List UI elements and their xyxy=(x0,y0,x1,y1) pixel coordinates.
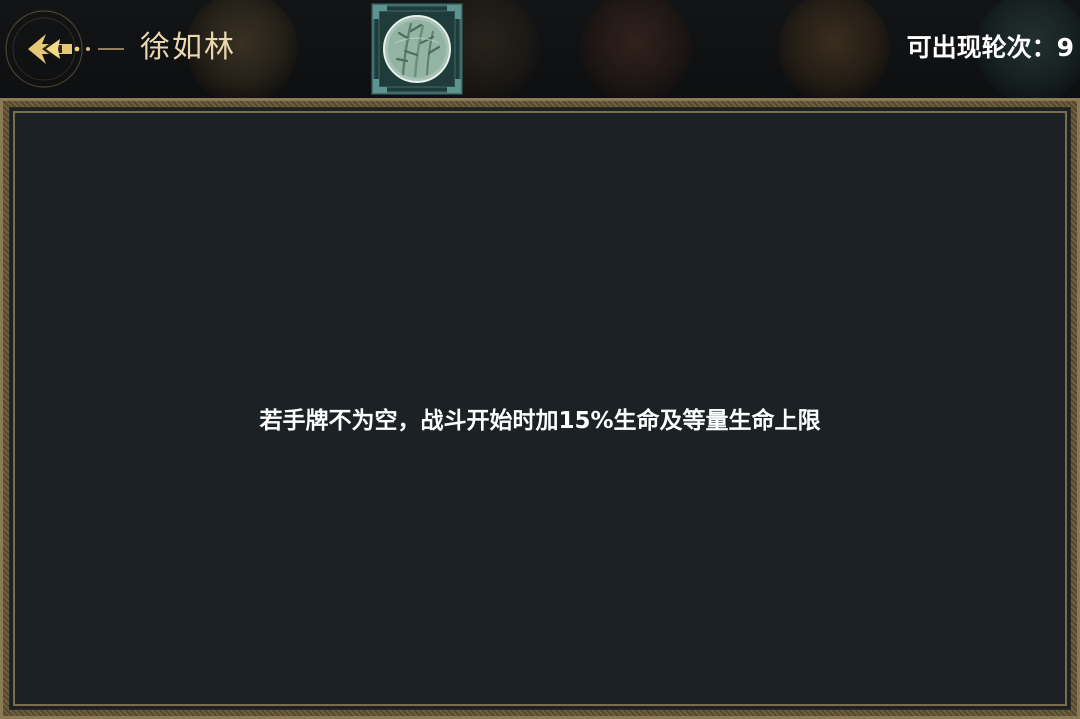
figure-medallion-icon[interactable] xyxy=(580,0,692,98)
rounds-label: 可出现轮次： xyxy=(906,33,1057,62)
rounds-indicator: 可出现轮次：9 xyxy=(907,30,1074,66)
effect-description: 若手牌不为空，战斗开始时加15%生命及等量生命上限 xyxy=(259,408,821,434)
gold-medallion-icon[interactable] xyxy=(778,0,890,98)
bamboo-medallion-icon xyxy=(371,3,463,95)
game-screen: 徐如林 可出现轮次：9 若手牌不为空，战斗开始时加15%生命及等量生命上限 xyxy=(0,0,1080,719)
ornament-line-icon xyxy=(86,47,124,51)
character-name: 徐如林 xyxy=(140,30,236,65)
panel-content: 若手牌不为空，战斗开始时加15%生命及等量生命上限 xyxy=(13,111,1067,706)
rounds-value: 9 xyxy=(1056,33,1074,62)
back-button[interactable] xyxy=(2,4,86,94)
top-bar: 徐如林 可出现轮次：9 xyxy=(0,0,1080,98)
back-arrow-icon xyxy=(5,10,83,88)
description-panel: 若手牌不为空，战斗开始时加15%生命及等量生命上限 xyxy=(0,98,1080,719)
selected-medallion[interactable] xyxy=(371,3,463,95)
